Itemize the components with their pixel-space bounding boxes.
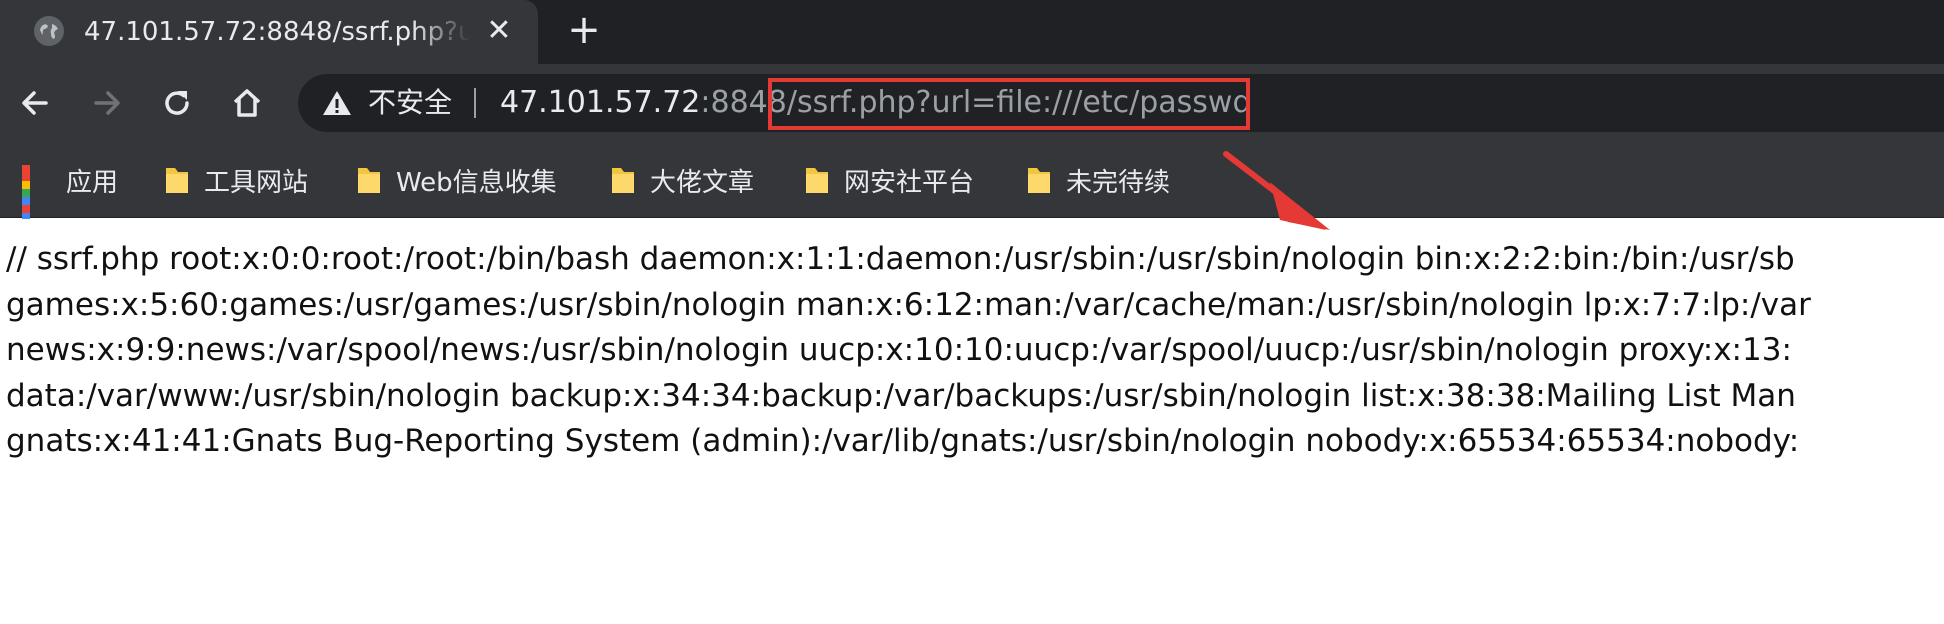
bookmark-label: 大佬文章 [650,167,755,198]
bookmarks-bar: 应用 工具网站 Web信息收集 大佬文章 网安社平台 未完待续 [0,144,1944,237]
text-line: news:x:9:9:news:/var/spool/news:/usr/sbi… [6,332,1792,368]
omnibox-separator [474,88,476,118]
home-icon [233,89,261,117]
bookmark-label: 工具网站 [204,167,309,198]
folder-icon [806,168,828,193]
passwd-file-text: // ssrf.php root:x:0:0:root:/root:/bin/b… [6,237,1944,465]
close-tab-icon[interactable]: ✕ [482,14,516,48]
address-bar[interactable]: 不安全 47.101.57.72:8848/ssrf.php?url=file:… [298,74,1944,132]
bookmark-folder-todo[interactable]: 未完待续 [1026,158,1170,202]
tab-title: 47.101.57.72:8848/ssrf.php?url=file:///e… [84,17,470,47]
new-tab-button[interactable]: + [562,8,606,52]
toolbar: 不安全 47.101.57.72:8848/ssrf.php?url=file:… [0,64,1944,144]
red-arrow-icon [1223,151,1330,230]
folder-icon [612,168,634,193]
warning-icon[interactable] [322,89,352,117]
globe-icon [34,16,64,46]
folder-icon [358,168,380,193]
back-button[interactable] [12,80,58,126]
security-status-label[interactable]: 不安全 [368,82,452,124]
text-line: // ssrf.php root:x:0:0:root:/root:/bin/b… [6,241,1795,277]
bookmark-folder-web-info[interactable]: Web信息收集 [356,158,557,202]
arrow-left-icon [22,91,48,115]
home-button[interactable] [224,80,270,126]
bookmark-label: 网安社平台 [844,167,975,198]
folder-icon [1028,168,1050,193]
tab-strip: 47.101.57.72:8848/ssrf.php?url=file:///e… [0,0,1944,64]
apps-grid-icon [22,165,52,237]
arrow-right-icon [94,91,120,115]
reload-icon [165,91,189,115]
reload-button[interactable] [154,80,200,126]
bookmark-label: Web信息收集 [396,167,557,198]
bookmark-folder-tools[interactable]: 工具网站 [164,158,308,202]
text-line: data:/var/www:/usr/sbin/nologin backup:x… [6,377,1796,414]
url-host: 47.101.57.72 [500,85,701,120]
page-content: // ssrf.php root:x:0:0:root:/root:/bin/b… [0,219,1944,624]
bookmark-folder-security-platform[interactable]: 网安社平台 [804,158,974,202]
text-line: gnats:x:41:41:Gnats Bug-Reporting System… [6,423,1800,459]
folder-icon [166,168,188,193]
forward-button[interactable] [84,80,130,126]
bookmark-label: 应用 [66,167,119,198]
bookmark-apps[interactable]: 应用 [22,158,119,237]
bookmark-label: 未完待续 [1066,167,1171,198]
red-highlight-box [768,78,1250,130]
text-line: games:x:5:60:games:/usr/games:/usr/sbin/… [6,286,1811,323]
active-tab[interactable]: 47.101.57.72:8848/ssrf.php?url=file:///e… [0,0,538,64]
bookmark-folder-articles[interactable]: 大佬文章 [610,158,754,202]
